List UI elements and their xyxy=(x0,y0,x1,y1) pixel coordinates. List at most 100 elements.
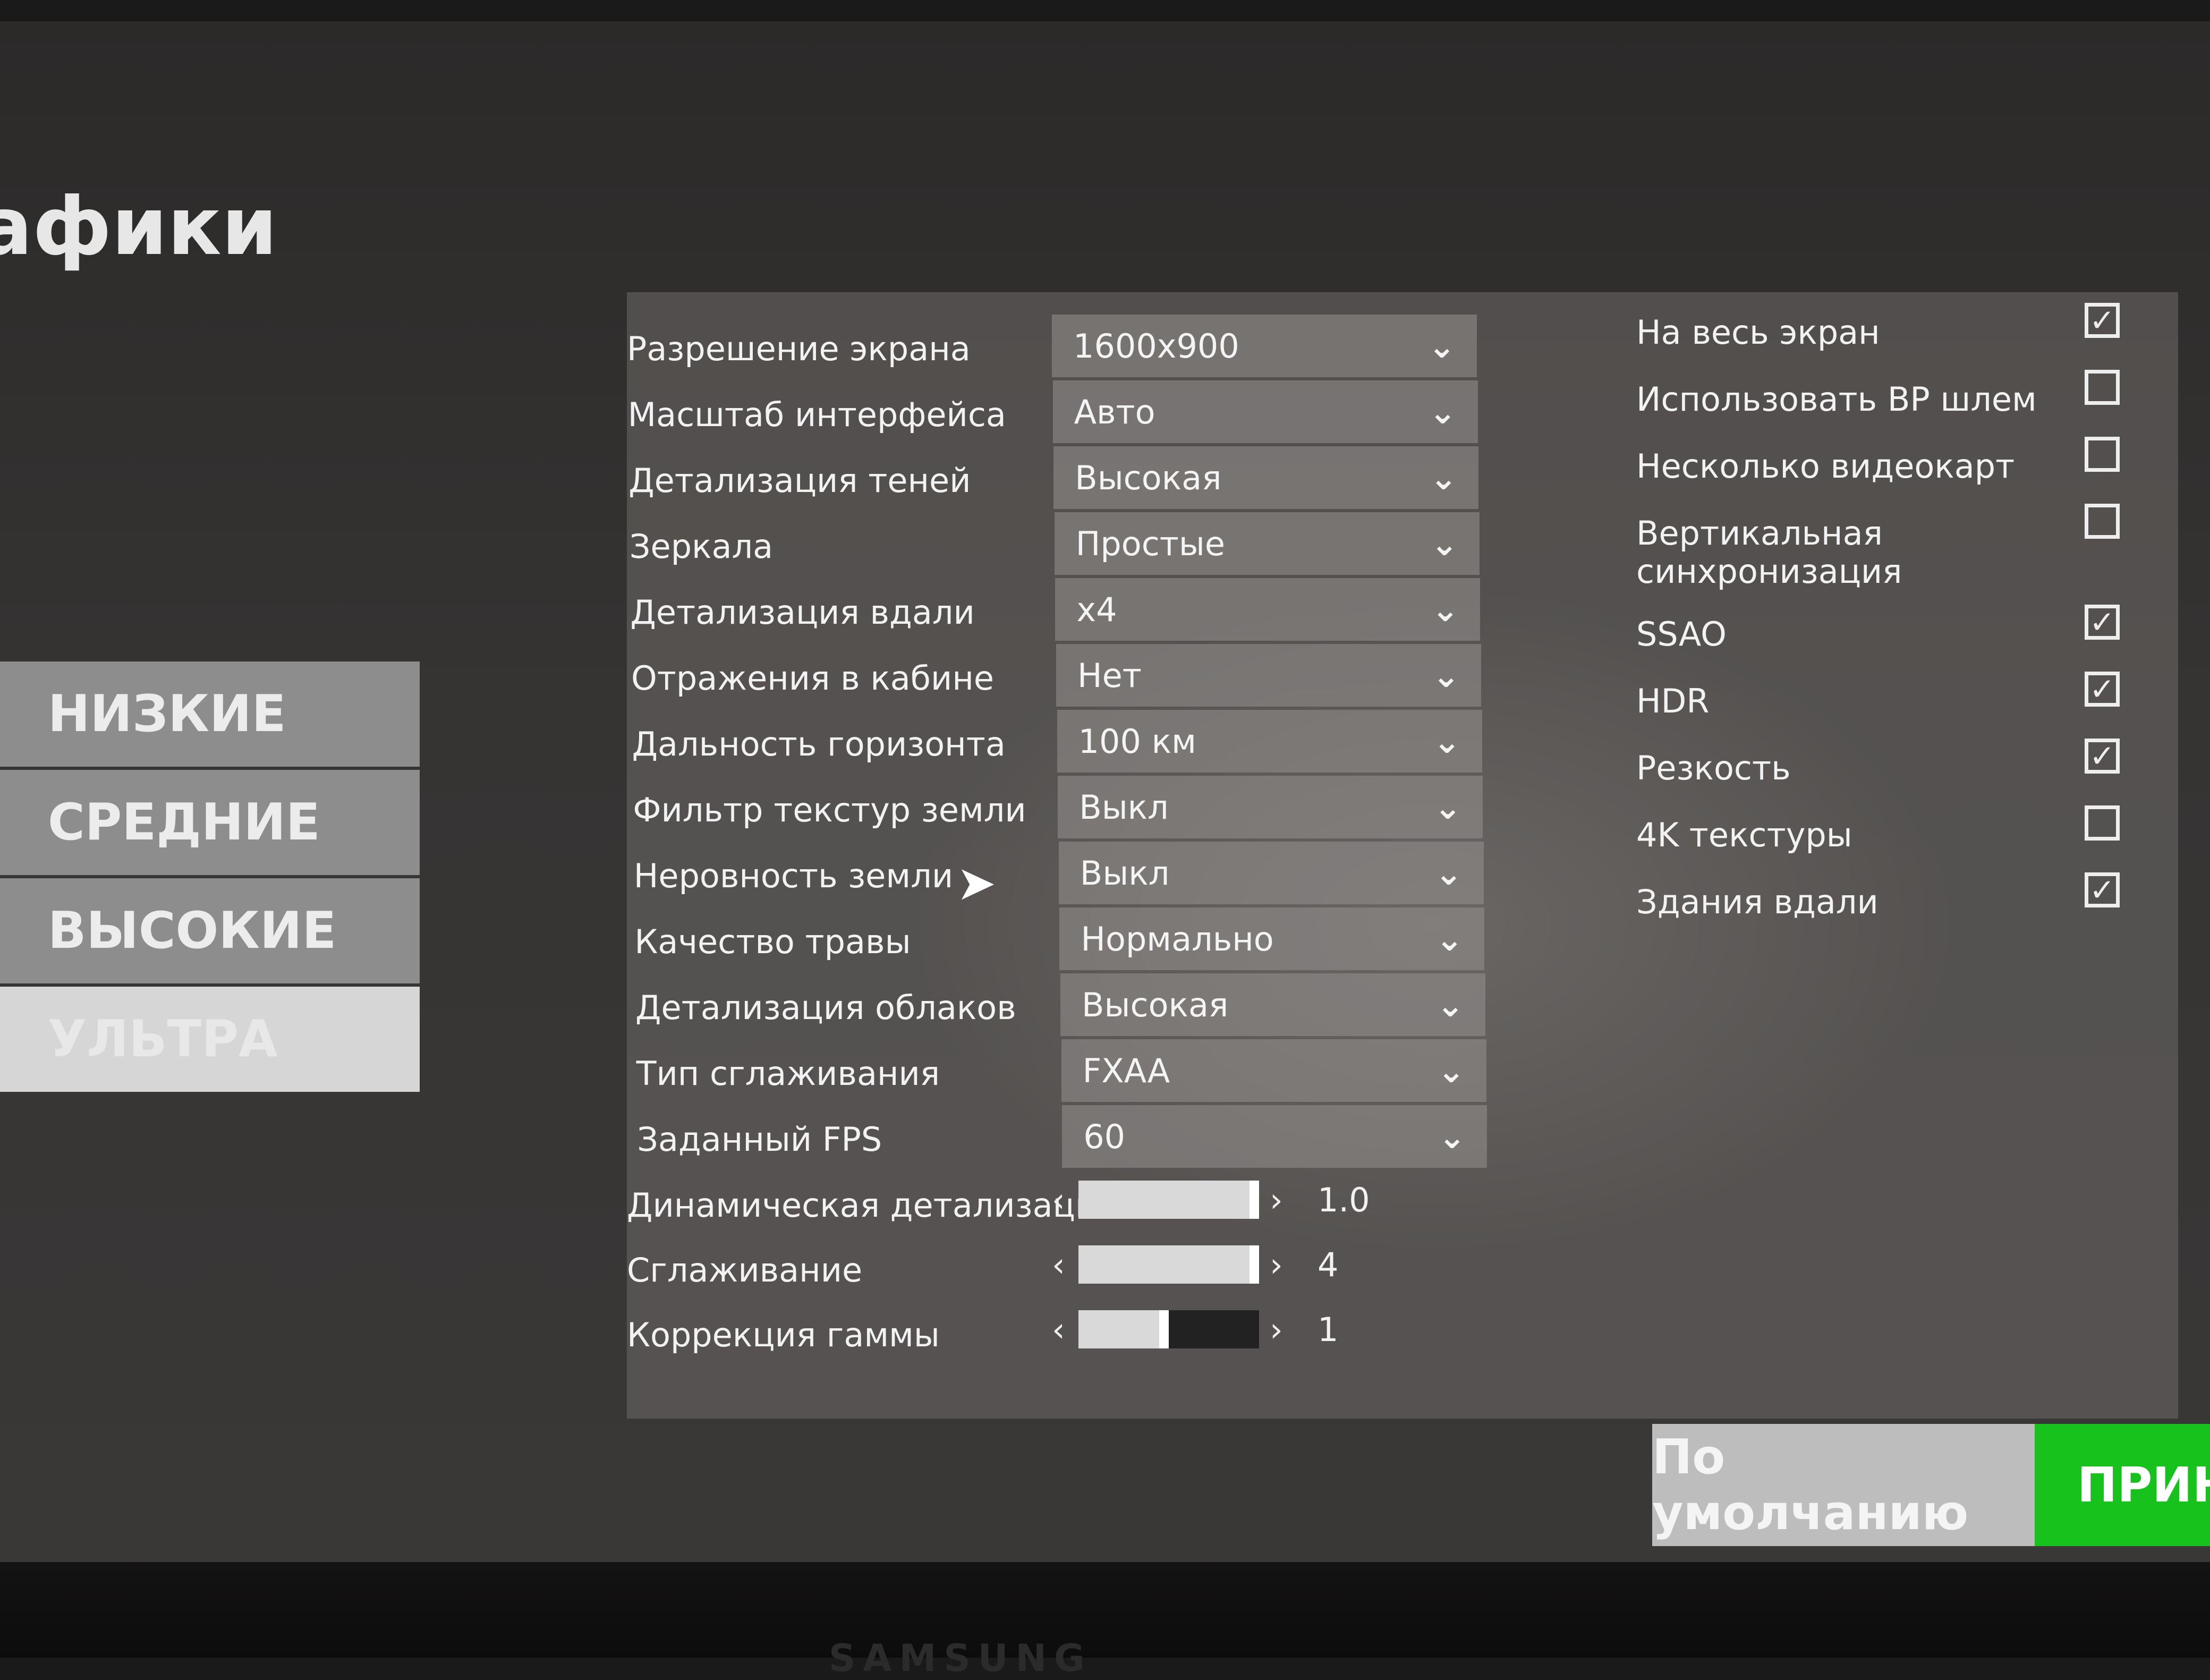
toggle-label: Несколько видеокарт xyxy=(1636,447,2015,486)
chevron-down-icon: ⌄ xyxy=(1434,787,1462,827)
setting-dropdown[interactable]: 100 км ⌄ xyxy=(1057,710,1482,773)
dropdown-value: 100 км xyxy=(1078,722,1196,761)
toggle-row: 4K текстуры xyxy=(1636,800,2130,867)
setting-label: Зеркала xyxy=(629,527,774,566)
setting-label: Детализация теней xyxy=(628,461,971,500)
dropdown-value: 1600x900 xyxy=(1073,326,1239,366)
setting-label: Масштаб интерфейса xyxy=(627,395,1006,434)
preset-high[interactable]: ВЫСОКИЕ xyxy=(0,878,420,983)
setting-label: Тип сглаживания xyxy=(636,1054,940,1093)
setting-label: Детализация вдали xyxy=(630,593,975,632)
checkbox[interactable]: ✓ xyxy=(2085,672,2120,707)
toggle-row: Несколько видеокарт xyxy=(1636,431,2130,498)
slider-track[interactable] xyxy=(1078,1245,1259,1284)
preset-low[interactable]: НИЗКИЕ xyxy=(0,661,420,767)
chevron-down-icon: ⌄ xyxy=(1437,1051,1465,1090)
setting-row: Зеркала Простые ⌄ xyxy=(629,506,1498,575)
checkbox[interactable] xyxy=(2085,370,2120,405)
chevron-down-icon: ⌄ xyxy=(1433,722,1461,761)
checkbox[interactable]: ✓ xyxy=(2085,303,2120,338)
toggle-row: Резкость ✓ xyxy=(1636,733,2130,800)
slider-row: Сглаживание ‹ › 4 xyxy=(627,1229,1498,1294)
setting-label: Детализация облаков xyxy=(635,988,1016,1027)
toggle-label: Вертикальная синхронизация xyxy=(1636,514,1902,591)
dropdown-value: FXAA xyxy=(1082,1051,1170,1090)
setting-dropdown[interactable]: FXAA ⌄ xyxy=(1061,1039,1486,1102)
slider-value: 1.0 xyxy=(1318,1181,1370,1219)
checkbox[interactable]: ✓ xyxy=(2085,605,2120,640)
setting-label: Неровность земли xyxy=(633,856,954,895)
slider-value: 4 xyxy=(1318,1245,1339,1284)
setting-row: Масштаб интерфейса Авто ⌄ xyxy=(627,374,1498,443)
slider-value: 1 xyxy=(1318,1310,1339,1349)
chevron-down-icon: ⌄ xyxy=(1430,458,1458,497)
preset-medium[interactable]: СРЕДНИЕ xyxy=(0,770,420,875)
toggle-label: Резкость xyxy=(1636,749,1791,787)
checkbox[interactable]: ✓ xyxy=(2085,739,2120,774)
checkbox[interactable] xyxy=(2085,805,2120,841)
setting-dropdown[interactable]: Выкл ⌄ xyxy=(1058,776,1483,838)
chevron-left-icon[interactable]: ‹ xyxy=(1052,1310,1065,1349)
checkbox[interactable] xyxy=(2085,437,2120,472)
slider-track[interactable] xyxy=(1078,1181,1259,1219)
toggle-row: SSAO ✓ xyxy=(1636,599,2130,666)
chevron-down-icon: ⌄ xyxy=(1438,1117,1466,1156)
setting-label: Отражения в кабине xyxy=(631,659,994,698)
toggle-list: На весь экран ✓ Использовать ВР шлем Нескол… xyxy=(1636,298,2130,934)
dropdown-value: Авто xyxy=(1074,392,1155,431)
slider-label: Динамическая детализация xyxy=(627,1186,1117,1225)
toggle-label: На весь экран xyxy=(1636,313,1880,352)
chevron-down-icon: ⌄ xyxy=(1428,326,1456,366)
chevron-right-icon[interactable]: › xyxy=(1270,1181,1283,1219)
toggle-row: HDR ✓ xyxy=(1636,666,2130,733)
setting-dropdown[interactable]: Высокая ⌄ xyxy=(1060,973,1485,1036)
setting-dropdown[interactable]: Высокая ⌄ xyxy=(1053,446,1479,509)
setting-dropdown[interactable]: Нет ⌄ xyxy=(1056,644,1481,707)
toggle-label: SSAO xyxy=(1636,615,1727,654)
chevron-down-icon: ⌄ xyxy=(1430,524,1458,563)
toggle-row: Использовать ВР шлем xyxy=(1636,364,2130,431)
default-button[interactable]: По умолчанию xyxy=(1652,1424,2035,1546)
slider-row: Коррекция гаммы ‹ › 1 xyxy=(627,1294,1498,1359)
chevron-left-icon[interactable]: ‹ xyxy=(1052,1181,1065,1219)
slider-track[interactable] xyxy=(1078,1310,1259,1348)
slider-thumb[interactable] xyxy=(1159,1310,1169,1348)
setting-dropdown[interactable]: 60 ⌄ xyxy=(1062,1105,1488,1168)
setting-dropdown[interactable]: 1600x900 ⌄ xyxy=(1052,315,1477,377)
setting-row: Отражения в кабине Нет ⌄ xyxy=(631,638,1498,707)
setting-label: Качество травы xyxy=(634,922,911,961)
chevron-left-icon[interactable]: ‹ xyxy=(1052,1245,1065,1284)
chevron-right-icon[interactable]: › xyxy=(1270,1245,1283,1284)
setting-label: Заданный FPS xyxy=(637,1120,882,1159)
slider-fill xyxy=(1078,1245,1259,1284)
setting-dropdown[interactable]: x4 ⌄ xyxy=(1055,578,1481,641)
slider-thumb[interactable] xyxy=(1250,1181,1259,1219)
toggle-label: Здания вдали xyxy=(1636,883,1878,921)
preset-list: НИЗКИЕ СРЕДНИЕ ВЫСОКИЕ УЛЬТРА xyxy=(0,661,420,1095)
toggle-row: На весь экран ✓ xyxy=(1636,298,2130,364)
toggle-label: HDR xyxy=(1636,682,1710,720)
setting-dropdown[interactable]: Нормально ⌄ xyxy=(1059,907,1485,970)
slider-thumb[interactable] xyxy=(1250,1245,1259,1284)
setting-row: Детализация вдали x4 ⌄ xyxy=(630,572,1498,641)
setting-row: Дальность горизонта 100 км ⌄ xyxy=(632,703,1498,773)
toggle-label: Использовать ВР шлем xyxy=(1636,380,2037,419)
dropdown-value: Простые xyxy=(1075,524,1226,563)
setting-row: Детализация теней Высокая ⌄ xyxy=(628,440,1498,509)
toggle-row: Здания вдали ✓ xyxy=(1636,867,2130,934)
preset-ultra[interactable]: УЛЬТРА xyxy=(0,987,420,1092)
setting-dropdown[interactable]: Выкл ⌄ xyxy=(1058,842,1484,904)
accept-button[interactable]: ПРИНЯ xyxy=(2035,1424,2210,1546)
slider-label: Коррекция гаммы xyxy=(627,1316,940,1354)
chevron-right-icon[interactable]: › xyxy=(1270,1310,1283,1349)
checkbox[interactable] xyxy=(2085,504,2120,539)
setting-label: Дальность горизонта xyxy=(632,725,1006,763)
dropdown-value: 60 xyxy=(1083,1117,1126,1156)
checkbox[interactable]: ✓ xyxy=(2085,872,2120,907)
page-title: афики xyxy=(0,181,278,273)
setting-dropdown[interactable]: Простые ⌄ xyxy=(1054,512,1480,575)
setting-row: Неровность земли Выкл ⌄ xyxy=(633,835,1498,904)
dropdown-value: Выкл xyxy=(1079,787,1169,827)
chevron-down-icon: ⌄ xyxy=(1429,392,1457,431)
setting-dropdown[interactable]: Авто ⌄ xyxy=(1052,380,1478,443)
